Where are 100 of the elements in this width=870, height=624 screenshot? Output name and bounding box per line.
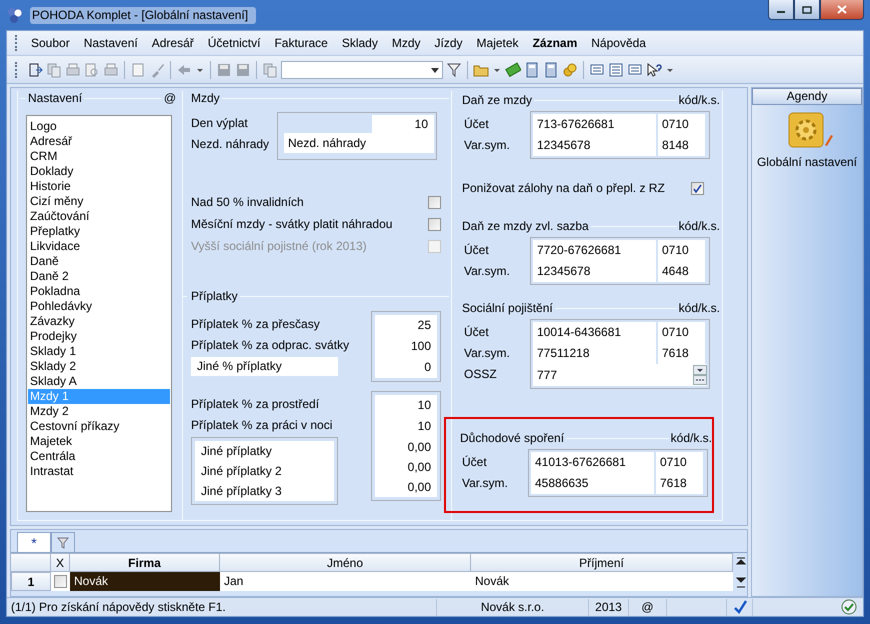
list-item[interactable]: Daně xyxy=(28,254,170,269)
note-icon[interactable] xyxy=(627,62,643,78)
agenda-label[interactable]: Globální nastavení xyxy=(756,155,858,169)
custom-label-field[interactable]: Jiné příplatky xyxy=(195,441,334,461)
field-label: Účet xyxy=(464,242,490,259)
value-field[interactable]: 0,00 xyxy=(375,477,437,497)
value-field[interactable]: 10 xyxy=(375,395,437,416)
company-name: Novák s.r.o. xyxy=(437,598,589,616)
menu-item[interactable]: Fakturace xyxy=(267,36,335,50)
field-label: Příplatek % za přesčasy xyxy=(191,316,321,333)
column-header[interactable]: Příjmení xyxy=(471,553,733,572)
list-item[interactable]: Logo xyxy=(28,119,170,134)
code-field[interactable]: 0710 xyxy=(656,452,703,473)
list-item[interactable]: Majetek xyxy=(28,434,170,449)
menu-item[interactable]: Účetnictví xyxy=(200,36,268,50)
code-field[interactable]: 4648 xyxy=(658,261,705,282)
checkbox[interactable] xyxy=(691,182,704,194)
account-field[interactable]: 10014-6436681 xyxy=(533,322,656,343)
section-title: Důchodové spoření xyxy=(460,431,564,445)
maximize-button[interactable] xyxy=(794,0,820,20)
field-label: Var.sym. xyxy=(464,137,511,154)
checkbox[interactable] xyxy=(54,575,67,588)
filter-icon[interactable] xyxy=(446,62,462,78)
column-header[interactable]: Jméno xyxy=(220,553,471,572)
checkbox[interactable] xyxy=(428,196,441,208)
list-item[interactable]: CRM xyxy=(28,149,170,164)
calculator-icon[interactable] xyxy=(543,62,559,78)
menu-item[interactable]: Nápověda xyxy=(584,36,653,50)
tab[interactable]: * xyxy=(17,532,51,552)
code-field[interactable]: 8148 xyxy=(658,135,705,156)
help-icon[interactable] xyxy=(646,62,662,78)
field-label: Příplatek % za prostředí xyxy=(191,396,320,413)
list-item[interactable]: Sklady A xyxy=(28,374,170,389)
list-item[interactable]: Pokladna xyxy=(28,284,170,299)
list-item[interactable]: Přeplatky xyxy=(28,224,170,239)
coins-icon[interactable] xyxy=(562,62,578,78)
account-field[interactable]: 45886635 xyxy=(531,473,654,494)
column-header[interactable]: Firma xyxy=(70,553,220,572)
minimize-button[interactable] xyxy=(768,0,794,20)
list-item[interactable]: Zaúčtování xyxy=(28,209,170,224)
custom-label-field[interactable]: Jiné příplatky 2 xyxy=(195,461,334,481)
value-field[interactable]: 0,00 xyxy=(375,437,437,457)
account-field[interactable]: 41013-67626681 xyxy=(531,452,654,473)
exit-icon[interactable] xyxy=(27,62,43,78)
value-field[interactable]: 100 xyxy=(375,336,437,357)
list-item[interactable]: Pohledávky xyxy=(28,299,170,314)
code-field[interactable]: 0710 xyxy=(658,240,705,261)
account-field[interactable]: 7720-67626681 xyxy=(533,240,656,261)
list-item[interactable]: Sklady 2 xyxy=(28,359,170,374)
list-item[interactable]: Centrála xyxy=(28,449,170,464)
list-item[interactable]: Cizí měny xyxy=(28,194,170,209)
close-button[interactable] xyxy=(820,0,864,20)
group-title: Mzdy xyxy=(191,91,220,105)
value-field[interactable]: 0,00 xyxy=(375,457,437,477)
menu-item[interactable]: Nastavení xyxy=(76,36,145,50)
list-item[interactable]: Doklady xyxy=(28,164,170,179)
menu-item[interactable]: Adresář xyxy=(144,36,201,50)
account-field[interactable]: 713-67626681 xyxy=(533,114,656,135)
menu-item[interactable]: Mzdy xyxy=(384,36,428,50)
menu-item[interactable]: Soubor xyxy=(24,36,77,50)
custom-label-field[interactable]: Jiné příplatky 3 xyxy=(195,481,334,501)
menu-item[interactable]: Sklady xyxy=(334,36,385,50)
table-cell[interactable]: Novák xyxy=(471,572,733,591)
list-icon[interactable] xyxy=(608,62,624,78)
value-field[interactable]: 0 xyxy=(375,357,437,378)
account-field[interactable]: 12345678 xyxy=(533,261,656,282)
list-item[interactable]: Daně 2 xyxy=(28,269,170,284)
list-item[interactable]: Sklady 1 xyxy=(28,344,170,359)
list-item[interactable]: Adresář xyxy=(28,134,170,149)
pay-day-field[interactable]: 10 xyxy=(372,115,434,133)
account-field[interactable]: 12345678 xyxy=(533,135,656,156)
custom-label-field[interactable]: Jiné % příplatky xyxy=(191,357,338,376)
compensation-field[interactable]: Nezd. náhrady xyxy=(284,133,434,153)
combo-field[interactable] xyxy=(281,60,443,78)
menu-item[interactable]: Záznam xyxy=(526,36,584,50)
list-item[interactable]: Prodejky xyxy=(28,329,170,344)
account-field[interactable]: 77511218 xyxy=(533,343,656,364)
value-field[interactable]: 10 xyxy=(375,416,437,437)
filter-tab[interactable] xyxy=(51,532,75,552)
list-item[interactable]: Likvidace xyxy=(28,239,170,254)
list-item[interactable]: Závazky xyxy=(28,314,170,329)
code-field[interactable]: 7618 xyxy=(656,473,703,494)
value-field[interactable]: 25 xyxy=(375,315,437,336)
code-field[interactable]: 0710 xyxy=(658,114,705,135)
calculator-icon[interactable] xyxy=(524,62,540,78)
code-field[interactable]: 7618 xyxy=(658,343,705,364)
menu-item[interactable]: Majetek xyxy=(470,36,526,50)
checkbox[interactable] xyxy=(428,218,441,230)
code-field[interactable]: 0710 xyxy=(658,322,705,343)
list-item[interactable]: Intrastat xyxy=(28,464,170,479)
column-header[interactable]: X xyxy=(51,553,70,572)
note-icon[interactable] xyxy=(589,62,605,78)
table-cell[interactable]: Novák xyxy=(70,572,220,591)
close-icon xyxy=(837,5,847,14)
list-item[interactable]: Historie xyxy=(28,179,170,194)
table-cell[interactable]: Jan xyxy=(220,572,471,591)
list-item[interactable]: Cestovní příkazy xyxy=(28,419,170,434)
list-item[interactable]: Mzdy 2 xyxy=(28,404,170,419)
menu-item[interactable]: Jízdy xyxy=(428,36,470,50)
spinner-icon[interactable] xyxy=(693,365,707,385)
